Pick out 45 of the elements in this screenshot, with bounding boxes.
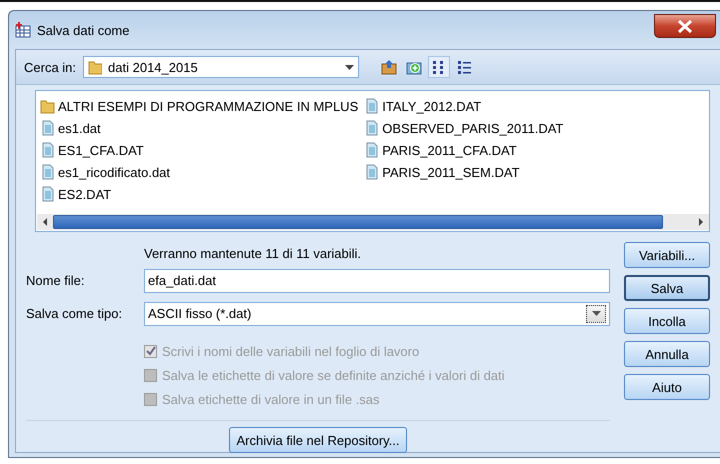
close-button[interactable] — [654, 14, 716, 38]
file-item[interactable]: es1.dat — [40, 117, 362, 139]
file-icon — [364, 98, 380, 114]
file-item[interactable]: ES2.DAT — [40, 183, 362, 205]
file-item[interactable]: PARIS_2011_CFA.DAT — [364, 139, 568, 161]
file-icon — [364, 164, 380, 180]
dialog-button[interactable]: Incolla — [624, 308, 710, 334]
folder-icon — [40, 98, 55, 114]
horizontal-scrollbar[interactable] — [37, 214, 709, 230]
file-icon — [40, 186, 55, 202]
details-view-icon — [456, 59, 472, 75]
file-name-label: Nome file: — [26, 273, 86, 288]
look-in-dropdown[interactable]: dati 2014_2015 — [83, 56, 360, 78]
file-item[interactable]: ITALY_2012.DAT — [364, 95, 568, 117]
scroll-left-icon — [42, 218, 48, 226]
caret-icon — [344, 64, 354, 70]
caret-icon — [592, 311, 600, 316]
file-icon — [40, 164, 55, 180]
dialog-button[interactable]: Aiuto — [624, 374, 710, 400]
toolbar-button[interactable] — [428, 56, 450, 78]
close-icon — [676, 18, 694, 34]
file-type-dropdown[interactable]: ASCII fisso (*.dat) — [144, 302, 610, 326]
folder-up-icon — [381, 59, 398, 75]
file-item[interactable]: OBSERVED_PARIS_2011.DAT — [364, 117, 568, 139]
dialog-button[interactable]: Salva — [624, 275, 710, 301]
file-icon — [40, 120, 55, 136]
dialog-button[interactable]: Variabili... — [624, 242, 710, 268]
file-icon — [364, 142, 380, 158]
dialog-button[interactable]: Annulla — [624, 341, 710, 367]
file-item[interactable]: PARIS_2011_SEM.DAT — [364, 161, 568, 183]
folder-item[interactable]: ALTRI ESEMPI DI PROGRAMMAZIONE IN MPLUS — [40, 95, 362, 117]
look-in-label: Cerca in: — [24, 60, 76, 74]
folder-icon — [88, 59, 102, 75]
checkmark-icon — [146, 346, 156, 356]
file-type-label: Salva come tipo: — [26, 306, 124, 321]
scroll-right-icon — [698, 218, 704, 226]
window-title: Salva dati come — [37, 22, 130, 38]
file-icon — [364, 120, 380, 136]
file-item[interactable]: es1_ricodificato.dat — [40, 161, 362, 183]
file-icon — [40, 142, 55, 158]
repository-button[interactable]: Archivia file nel Repository... — [229, 427, 407, 453]
app-icon — [15, 22, 31, 38]
variables-message: Verranno mantenute 11 di 11 variabili. — [144, 244, 362, 262]
file-item[interactable]: ES1_CFA.DAT — [40, 139, 362, 161]
file-name-field[interactable]: efa_dati.dat — [144, 268, 610, 292]
